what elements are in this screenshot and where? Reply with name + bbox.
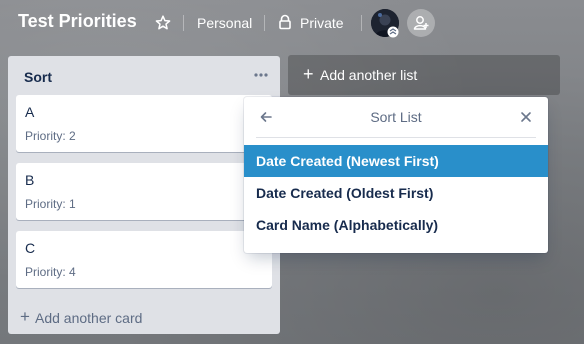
card-priority: Priority: 4	[25, 265, 76, 279]
popover-title: Sort List	[370, 109, 422, 125]
team-button[interactable]: Personal	[197, 15, 252, 31]
board-header: Test Priorities Personal Private	[0, 0, 584, 46]
popover-divider	[256, 137, 536, 138]
header-divider	[183, 15, 184, 31]
star-icon[interactable]	[154, 14, 172, 32]
admin-badge-icon	[387, 25, 399, 38]
card[interactable]: A Priority: 2	[16, 95, 272, 152]
card[interactable]: B Priority: 1	[16, 163, 272, 220]
sort-option-oldest-first[interactable]: Date Created (Oldest First)	[244, 177, 548, 209]
sort-list-popover: Sort List Date Created (Newest First) Da…	[244, 97, 548, 253]
board-title[interactable]: Test Priorities	[18, 11, 137, 32]
add-card-button[interactable]: + Add another card	[16, 307, 272, 327]
card-title: A	[25, 104, 35, 120]
header-divider	[264, 15, 265, 31]
sort-option-label: Date Created (Newest First)	[256, 153, 439, 169]
sort-option-label: Date Created (Oldest First)	[256, 185, 434, 201]
plus-icon: +	[20, 307, 30, 326]
close-icon[interactable]	[518, 109, 534, 125]
card-priority: Priority: 1	[25, 197, 76, 211]
header-divider	[361, 15, 362, 31]
card[interactable]: C Priority: 4	[16, 231, 272, 288]
sort-option-newest-first[interactable]: Date Created (Newest First)	[244, 145, 548, 177]
card-priority: Priority: 2	[25, 129, 76, 143]
add-list-label: Add another list	[320, 67, 418, 83]
card-title: B	[25, 172, 35, 188]
lock-icon[interactable]	[278, 14, 292, 30]
sort-option-label: Card Name (Alphabetically)	[256, 217, 439, 233]
plus-icon: +	[303, 64, 314, 84]
add-card-label: Add another card	[35, 310, 143, 326]
add-list-button[interactable]: + Add another list	[288, 55, 560, 95]
visibility-button[interactable]: Private	[300, 15, 344, 31]
sort-option-alphabetical[interactable]: Card Name (Alphabetically)	[244, 209, 548, 241]
list-title[interactable]: Sort	[24, 69, 52, 85]
list-sort: Sort A Priority: 2 B Priority: 1 C Prior…	[8, 56, 280, 334]
more-options-icon[interactable]	[252, 66, 270, 84]
card-title: C	[25, 240, 36, 256]
add-member-icon[interactable]	[407, 9, 435, 37]
